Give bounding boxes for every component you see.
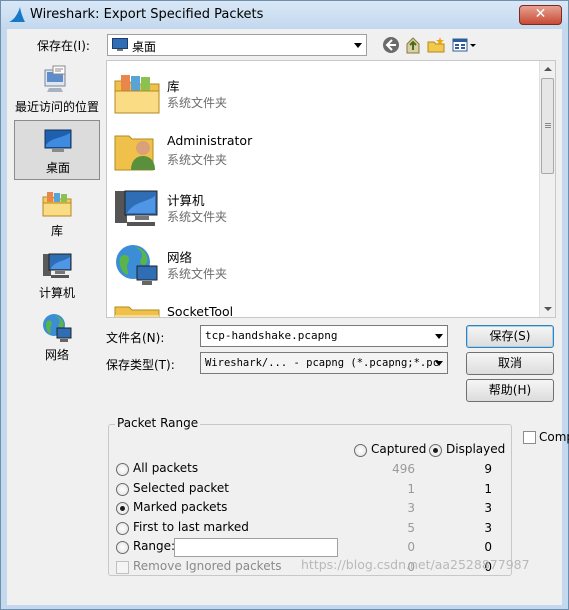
list-item[interactable]: 网络 系统文件夹	[113, 238, 513, 292]
folder-icon	[114, 306, 160, 317]
selected-packet-radio[interactable]	[116, 483, 129, 496]
list-item[interactable]: SocketTool	[113, 295, 513, 318]
computer-icon	[43, 253, 72, 278]
all-packets-label: All packets	[133, 461, 199, 475]
packet-range-title: Packet Range	[115, 416, 201, 430]
range-displayed: 0	[484, 540, 492, 554]
desktop-icon	[112, 38, 128, 51]
displayed-label: Displayed	[446, 442, 506, 456]
chevron-down-icon	[354, 43, 362, 48]
marked-packets-label: Marked packets	[133, 500, 228, 514]
network-icon	[116, 245, 158, 285]
first-to-last-displayed: 3	[484, 521, 492, 535]
captured-radio[interactable]	[354, 444, 367, 457]
all-packets-displayed: 9	[484, 462, 492, 476]
scroll-up-icon[interactable]	[544, 67, 552, 71]
help-button[interactable]: 帮助(H)	[466, 379, 554, 402]
chevron-down-icon[interactable]	[435, 361, 443, 366]
back-icon[interactable]	[381, 35, 401, 55]
filename-field[interactable]: tcp-handshake.pcapng	[200, 325, 448, 347]
save-in-label: 保存在(I):	[37, 39, 90, 53]
place-desktop[interactable]: 桌面	[14, 120, 100, 180]
list-item[interactable]: 计算机 系统文件夹	[113, 181, 513, 235]
new-folder-icon[interactable]	[426, 35, 446, 55]
place-label: 桌面	[45, 161, 70, 175]
dialog-body: 保存在(I): 桌面 最近访问的位置 桌面 库 计算机 网络 库 系统文件夹 A…	[7, 29, 569, 605]
compress-checkbox[interactable]	[523, 431, 536, 444]
place-label: 网络	[44, 348, 69, 362]
view-menu-icon[interactable]	[451, 35, 479, 55]
marked-packets-radio[interactable]	[116, 502, 129, 515]
file-list[interactable]: 库 系统文件夹 Administrator 系统文件夹 计算机 系统文件夹 网络…	[106, 60, 556, 318]
library-folder-icon	[114, 75, 160, 114]
filename-label: 文件名(N):	[106, 331, 165, 345]
cancel-button[interactable]: 取消	[466, 352, 554, 375]
range-captured: 0	[407, 540, 415, 554]
place-label: 计算机	[38, 286, 75, 300]
captured-label: Captured	[371, 442, 427, 456]
selected-packet-captured: 1	[407, 482, 415, 496]
filetype-label: 保存类型(T):	[106, 358, 175, 372]
place-network[interactable]: 网络	[14, 308, 100, 368]
filename-value: tcp-handshake.pcapng	[205, 329, 338, 342]
scroll-thumb[interactable]	[541, 78, 554, 174]
filetype-value: Wireshark/... - pcapng (*.pcapng;*.pc	[205, 357, 439, 369]
file-type: 系统文件夹	[167, 267, 228, 281]
list-item[interactable]: 库 系统文件夹	[113, 67, 513, 121]
save-in-combo[interactable]: 桌面	[107, 34, 367, 56]
all-packets-captured: 496	[392, 462, 415, 476]
file-type: 系统文件夹	[167, 96, 228, 110]
all-packets-radio[interactable]	[116, 463, 129, 476]
compress-label: Comp	[539, 430, 569, 444]
place-label: 库	[50, 224, 63, 238]
list-item[interactable]: Administrator 系统文件夹	[113, 124, 513, 178]
remove-ignored-label: Remove Ignored packets	[133, 559, 282, 573]
close-button[interactable]: ✕	[519, 5, 562, 25]
place-library[interactable]: 库	[14, 184, 100, 244]
place-computer[interactable]: 计算机	[14, 246, 100, 306]
filetype-select[interactable]: Wireshark/... - pcapng (*.pcapng;*.pc	[200, 352, 448, 374]
title-bar[interactable]: Wireshark: Export Specified Packets ✕	[1, 1, 568, 29]
first-to-last-label: First to last marked	[133, 520, 249, 534]
selected-packet-label: Selected packet	[133, 481, 230, 495]
user-folder-icon	[114, 135, 155, 171]
save-button[interactable]: 保存(S)	[466, 325, 554, 348]
places-bar: 最近访问的位置 桌面 库 计算机 网络	[12, 60, 104, 416]
range-label: Range:	[133, 539, 176, 553]
selected-packet-displayed: 1	[484, 482, 492, 496]
scroll-down-icon[interactable]	[544, 307, 552, 311]
file-name: 计算机	[167, 193, 205, 208]
recent-places-icon	[44, 65, 66, 92]
chevron-down-icon[interactable]	[435, 334, 443, 339]
first-to-last-radio[interactable]	[116, 522, 129, 535]
file-list-scrollbar[interactable]	[539, 61, 555, 317]
range-radio[interactable]	[116, 541, 129, 554]
displayed-radio[interactable]	[429, 444, 442, 457]
file-type: 系统文件夹	[167, 153, 228, 167]
computer-icon	[115, 190, 158, 226]
range-input[interactable]	[174, 538, 338, 557]
watermark-text: https://blog.csdn.net/aa2528877987	[301, 557, 530, 572]
first-to-last-captured: 5	[407, 521, 415, 535]
up-folder-icon[interactable]	[403, 35, 423, 55]
network-icon	[43, 314, 72, 342]
save-in-value: 桌面	[132, 40, 157, 54]
file-name: 库	[167, 79, 180, 94]
library-icon	[42, 192, 72, 217]
window-title: Wireshark: Export Specified Packets	[30, 7, 264, 22]
remove-ignored-checkbox[interactable]	[116, 561, 129, 574]
file-type: 系统文件夹	[167, 210, 228, 224]
marked-packets-displayed: 3	[484, 501, 492, 515]
export-dialog-window: Wireshark: Export Specified Packets ✕ 保存…	[0, 0, 569, 610]
file-name: 网络	[167, 250, 193, 265]
desktop-icon	[44, 129, 72, 152]
place-label: 最近访问的位置	[14, 100, 99, 114]
marked-packets-captured: 3	[407, 501, 415, 515]
file-name: SocketTool	[167, 304, 234, 318]
wireshark-fin-icon	[9, 7, 25, 22]
file-name: Administrator	[167, 133, 253, 148]
place-recent[interactable]: 最近访问的位置	[14, 60, 100, 120]
